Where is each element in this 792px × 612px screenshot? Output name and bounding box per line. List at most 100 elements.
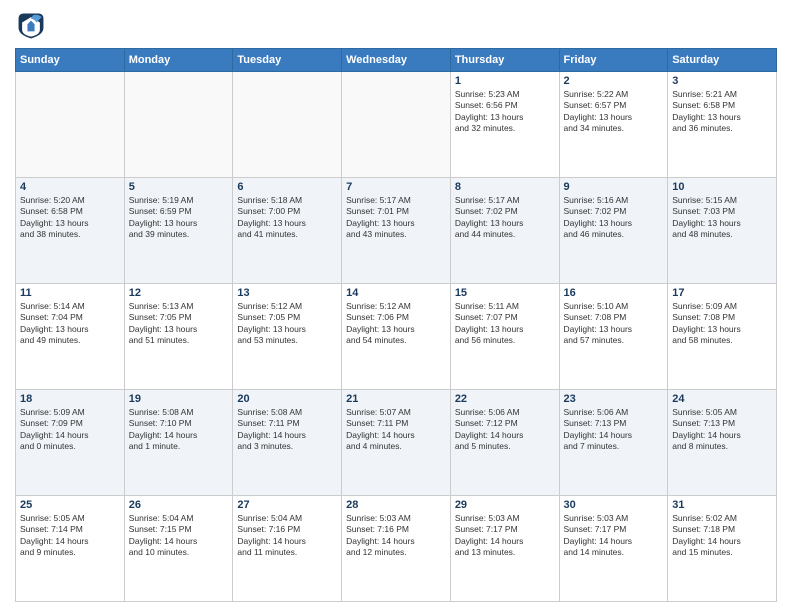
day-info: Sunrise: 5:05 AM Sunset: 7:14 PM Dayligh…: [20, 513, 120, 559]
day-info: Sunrise: 5:11 AM Sunset: 7:07 PM Dayligh…: [455, 301, 555, 347]
day-info: Sunrise: 5:20 AM Sunset: 6:58 PM Dayligh…: [20, 195, 120, 241]
logo: [15, 10, 51, 42]
day-info: Sunrise: 5:08 AM Sunset: 7:11 PM Dayligh…: [237, 407, 337, 453]
calendar-cell: 10 Sunrise: 5:15 AM Sunset: 7:03 PM Dayli…: [668, 178, 777, 284]
day-number: 21: [346, 393, 446, 405]
calendar-cell: 14 Sunrise: 5:12 AM Sunset: 7:06 PM Dayli…: [342, 284, 451, 390]
day-info: Sunrise: 5:17 AM Sunset: 7:01 PM Dayligh…: [346, 195, 446, 241]
day-info: Sunrise: 5:15 AM Sunset: 7:03 PM Dayligh…: [672, 195, 772, 241]
header: [15, 10, 777, 42]
day-number: 19: [129, 393, 229, 405]
day-info: Sunrise: 5:21 AM Sunset: 6:58 PM Dayligh…: [672, 89, 772, 135]
day-info: Sunrise: 5:06 AM Sunset: 7:12 PM Dayligh…: [455, 407, 555, 453]
day-number: 13: [237, 287, 337, 299]
day-number: 20: [237, 393, 337, 405]
day-number: 6: [237, 181, 337, 193]
weekday-header: Wednesday: [342, 49, 451, 72]
calendar-cell: 27Sunrise: 5:04 AM Sunset: 7:16 PM Dayli…: [233, 496, 342, 602]
calendar-cell: 8 Sunrise: 5:17 AM Sunset: 7:02 PM Daylig…: [450, 178, 559, 284]
weekday-header: Sunday: [16, 49, 125, 72]
day-info: Sunrise: 5:07 AM Sunset: 7:11 PM Dayligh…: [346, 407, 446, 453]
calendar-week-row: 25 Sunrise: 5:05 AM Sunset: 7:14 PM Dayli…: [16, 496, 777, 602]
day-number: 10: [672, 181, 772, 193]
day-info: Sunrise: 5:09 AM Sunset: 7:09 PM Dayligh…: [20, 407, 120, 453]
calendar-cell: 30 Sunrise: 5:03 AM Sunset: 7:17 PM Dayli…: [559, 496, 668, 602]
calendar-cell: 12 Sunrise: 5:13 AM Sunset: 7:05 PM Dayli…: [124, 284, 233, 390]
day-number: 11: [20, 287, 120, 299]
calendar-cell: 19 Sunrise: 5:08 AM Sunset: 7:10 PM Dayli…: [124, 390, 233, 496]
day-info: Sunrise: 5:19 AM Sunset: 6:59 PM Dayligh…: [129, 195, 229, 241]
day-info: Sunrise: 5:12 AM Sunset: 7:05 PM Dayligh…: [237, 301, 337, 347]
calendar-cell: [342, 72, 451, 178]
day-number: 31: [672, 499, 772, 511]
day-number: 24: [672, 393, 772, 405]
day-number: 28: [346, 499, 446, 511]
day-info: Sunrise: 5:22 AM Sunset: 6:57 PM Dayligh…: [564, 89, 664, 135]
day-number: 25: [20, 499, 120, 511]
calendar-cell: 4 Sunrise: 5:20 AM Sunset: 6:58 PM Daylig…: [16, 178, 125, 284]
day-number: 14: [346, 287, 446, 299]
day-info: Sunrise: 5:05 AM Sunset: 7:13 PM Dayligh…: [672, 407, 772, 453]
calendar-cell: 22Sunrise: 5:06 AM Sunset: 7:12 PM Dayli…: [450, 390, 559, 496]
logo-icon: [15, 10, 47, 42]
calendar-cell: 1 Sunrise: 5:23 AM Sunset: 6:56 PM Daylig…: [450, 72, 559, 178]
day-info: Sunrise: 5:09 AM Sunset: 7:08 PM Dayligh…: [672, 301, 772, 347]
calendar-cell: 31Sunrise: 5:02 AM Sunset: 7:18 PM Dayli…: [668, 496, 777, 602]
calendar-cell: 13 Sunrise: 5:12 AM Sunset: 7:05 PM Dayli…: [233, 284, 342, 390]
day-number: 23: [564, 393, 664, 405]
day-number: 5: [129, 181, 229, 193]
day-number: 12: [129, 287, 229, 299]
calendar: SundayMondayTuesdayWednesdayThursdayFrid…: [15, 48, 777, 602]
day-info: Sunrise: 5:03 AM Sunset: 7:17 PM Dayligh…: [455, 513, 555, 559]
calendar-cell: 18 Sunrise: 5:09 AM Sunset: 7:09 PM Dayli…: [16, 390, 125, 496]
calendar-cell: 6Sunrise: 5:18 AM Sunset: 7:00 PM Daylig…: [233, 178, 342, 284]
day-number: 3: [672, 75, 772, 87]
day-number: 2: [564, 75, 664, 87]
calendar-cell: 25 Sunrise: 5:05 AM Sunset: 7:14 PM Dayli…: [16, 496, 125, 602]
day-info: Sunrise: 5:04 AM Sunset: 7:15 PM Dayligh…: [129, 513, 229, 559]
day-number: 8: [455, 181, 555, 193]
day-info: Sunrise: 5:12 AM Sunset: 7:06 PM Dayligh…: [346, 301, 446, 347]
calendar-cell: 26Sunrise: 5:04 AM Sunset: 7:15 PM Dayli…: [124, 496, 233, 602]
day-info: Sunrise: 5:03 AM Sunset: 7:16 PM Dayligh…: [346, 513, 446, 559]
calendar-cell: [124, 72, 233, 178]
day-number: 15: [455, 287, 555, 299]
weekday-header: Friday: [559, 49, 668, 72]
page: SundayMondayTuesdayWednesdayThursdayFrid…: [0, 0, 792, 612]
calendar-cell: 24 Sunrise: 5:05 AM Sunset: 7:13 PM Dayli…: [668, 390, 777, 496]
day-number: 4: [20, 181, 120, 193]
calendar-cell: 17 Sunrise: 5:09 AM Sunset: 7:08 PM Dayli…: [668, 284, 777, 390]
calendar-cell: 11 Sunrise: 5:14 AM Sunset: 7:04 PM Dayli…: [16, 284, 125, 390]
calendar-cell: 5 Sunrise: 5:19 AM Sunset: 6:59 PM Daylig…: [124, 178, 233, 284]
day-number: 1: [455, 75, 555, 87]
weekday-header: Thursday: [450, 49, 559, 72]
day-number: 30: [564, 499, 664, 511]
calendar-cell: 7Sunrise: 5:17 AM Sunset: 7:01 PM Daylig…: [342, 178, 451, 284]
day-number: 27: [237, 499, 337, 511]
weekday-header: Saturday: [668, 49, 777, 72]
calendar-week-row: 11 Sunrise: 5:14 AM Sunset: 7:04 PM Dayli…: [16, 284, 777, 390]
weekday-header: Tuesday: [233, 49, 342, 72]
day-info: Sunrise: 5:06 AM Sunset: 7:13 PM Dayligh…: [564, 407, 664, 453]
day-info: Sunrise: 5:13 AM Sunset: 7:05 PM Dayligh…: [129, 301, 229, 347]
calendar-cell: 28 Sunrise: 5:03 AM Sunset: 7:16 PM Dayli…: [342, 496, 451, 602]
day-number: 29: [455, 499, 555, 511]
day-info: Sunrise: 5:03 AM Sunset: 7:17 PM Dayligh…: [564, 513, 664, 559]
calendar-cell: 3 Sunrise: 5:21 AM Sunset: 6:58 PM Daylig…: [668, 72, 777, 178]
weekday-header: Monday: [124, 49, 233, 72]
day-info: Sunrise: 5:17 AM Sunset: 7:02 PM Dayligh…: [455, 195, 555, 241]
calendar-cell: [16, 72, 125, 178]
calendar-cell: 23 Sunrise: 5:06 AM Sunset: 7:13 PM Dayli…: [559, 390, 668, 496]
calendar-cell: 16 Sunrise: 5:10 AM Sunset: 7:08 PM Dayli…: [559, 284, 668, 390]
calendar-cell: 29 Sunrise: 5:03 AM Sunset: 7:17 PM Dayli…: [450, 496, 559, 602]
day-info: Sunrise: 5:14 AM Sunset: 7:04 PM Dayligh…: [20, 301, 120, 347]
day-info: Sunrise: 5:10 AM Sunset: 7:08 PM Dayligh…: [564, 301, 664, 347]
calendar-week-row: 1 Sunrise: 5:23 AM Sunset: 6:56 PM Daylig…: [16, 72, 777, 178]
day-number: 18: [20, 393, 120, 405]
day-number: 16: [564, 287, 664, 299]
calendar-cell: 15 Sunrise: 5:11 AM Sunset: 7:07 PM Dayli…: [450, 284, 559, 390]
day-info: Sunrise: 5:23 AM Sunset: 6:56 PM Dayligh…: [455, 89, 555, 135]
day-number: 17: [672, 287, 772, 299]
day-info: Sunrise: 5:08 AM Sunset: 7:10 PM Dayligh…: [129, 407, 229, 453]
calendar-cell: 2 Sunrise: 5:22 AM Sunset: 6:57 PM Daylig…: [559, 72, 668, 178]
